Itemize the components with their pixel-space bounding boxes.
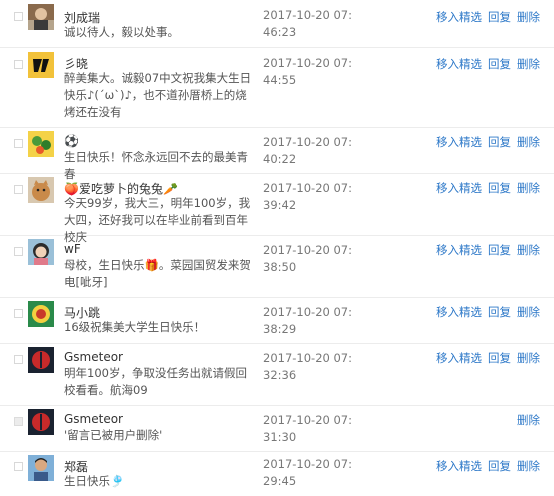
reply-button[interactable]: 回复 <box>488 10 511 24</box>
select-checkbox[interactable] <box>14 462 23 471</box>
comment-row: Gsmeteor 明年100岁，争取没任务出就请假回校看看。航海09 2017-… <box>0 344 554 406</box>
row-actions: 移入精选 回复 删除 <box>430 180 540 196</box>
reply-button[interactable]: 回复 <box>488 351 511 365</box>
comment-time: 2017-10-20 07:40:22 <box>263 135 352 166</box>
dark-avatar <box>28 409 54 435</box>
feature-button[interactable]: 移入精选 <box>436 10 482 24</box>
comment-time: 2017-10-20 07:38:29 <box>263 305 352 336</box>
girl-avatar <box>28 239 54 265</box>
row-actions: 移入精选 回复 删除 <box>430 304 540 320</box>
comment-row: Gsmeteor '留言已被用户删除' 2017-10-20 07:31:30 … <box>0 406 554 452</box>
comment-time: 2017-10-20 07:31:30 <box>263 413 352 444</box>
comment-row: ⚽ 生日快乐！怀念永远回不去的最美青春 2017-10-20 07:40:22 … <box>0 128 554 181</box>
comment-text: 16级祝集美大学生日快乐！ <box>64 320 206 334</box>
delete-button[interactable]: 删除 <box>517 10 540 24</box>
comment-time: 2017-10-20 07:44:55 <box>263 56 352 87</box>
comment-row: 马小跳 16级祝集美大学生日快乐！ 2017-10-20 07:38:29 移入… <box>0 298 554 344</box>
comment-text: 醉美集大。诚毅07中文祝我集大生日快乐♪(´ω`)♪，也不道孙厝桥上的烧烤还在没… <box>64 71 252 119</box>
select-checkbox[interactable] <box>14 247 23 256</box>
comment-row: 彡晓 醉美集大。诚毅07中文祝我集大生日快乐♪(´ω`)♪，也不道孙厝桥上的烧烤… <box>0 48 554 128</box>
row-actions: 移入精选 回复 删除 <box>430 134 540 150</box>
comment-time: 2017-10-20 07:32:36 <box>263 351 352 382</box>
logo-avatar <box>28 52 54 78</box>
delete-button[interactable]: 删除 <box>517 305 540 319</box>
delete-button[interactable]: 删除 <box>517 181 540 195</box>
select-checkbox[interactable] <box>14 355 23 364</box>
commenter-name[interactable]: Gsmeteor <box>64 350 123 364</box>
row-actions: 移入精选 回复 删除 <box>430 242 540 258</box>
commenter-name[interactable]: Gsmeteor <box>64 412 123 426</box>
comment-time: 2017-10-20 07:29:45 <box>263 457 352 488</box>
row-actions: 删除 <box>511 412 540 428</box>
select-checkbox <box>14 417 23 426</box>
reply-button[interactable]: 回复 <box>488 243 511 257</box>
feature-button[interactable]: 移入精选 <box>436 351 482 365</box>
reply-button[interactable]: 回复 <box>488 305 511 319</box>
feature-button[interactable]: 移入精选 <box>436 57 482 71</box>
row-actions: 移入精选 回复 删除 <box>430 9 540 25</box>
feature-button[interactable]: 移入精选 <box>436 135 482 149</box>
feature-button[interactable]: 移入精选 <box>436 181 482 195</box>
man-avatar <box>28 455 54 481</box>
comment-time: 2017-10-20 07:38:50 <box>263 243 352 274</box>
select-checkbox[interactable] <box>14 185 23 194</box>
comment-text: 明年100岁，争取没任务出就请假回校看看。航海09 <box>64 366 247 397</box>
delete-button[interactable]: 删除 <box>517 351 540 365</box>
comment-text: 母校，生日快乐🎁。菜园国贸发来贺电[呲牙] <box>64 258 251 289</box>
comment-row: 刘成瑞 诚以待人，毅以处事。 2017-10-20 07:46:23 移入精选回… <box>0 0 554 48</box>
reply-button[interactable]: 回复 <box>488 135 511 149</box>
commenter-name[interactable]: wF <box>64 242 81 256</box>
dark-avatar <box>28 347 54 373</box>
comment-time: 2017-10-20 07:39:42 <box>263 181 352 212</box>
comment-list: 刘成瑞 诚以待人，毅以处事。 2017-10-20 07:46:23 移入精选回… <box>0 0 554 496</box>
select-checkbox[interactable] <box>14 139 23 148</box>
delete-button[interactable]: 删除 <box>517 413 540 427</box>
delete-button[interactable]: 删除 <box>517 243 540 257</box>
delete-button[interactable]: 删除 <box>517 459 540 473</box>
comment-text: 生日快乐🎐 <box>64 474 125 488</box>
comment-row: 🍑爱吃萝卜的兔兔🥕 今天99岁，我大三，明年100岁，我大四，还好我可以在毕业前… <box>0 174 554 244</box>
feature-button[interactable]: 移入精选 <box>436 459 482 473</box>
row-actions: 移入精选 回复 删除 <box>430 350 540 366</box>
comment-row: 郑磊 生日快乐🎐 2017-10-20 07:29:45 移入精选 回复 删除 <box>0 452 554 496</box>
delete-button[interactable]: 删除 <box>517 135 540 149</box>
commenter-name[interactable]: ⚽ <box>64 134 79 148</box>
person-avatar <box>28 4 54 30</box>
cat-avatar <box>28 177 54 203</box>
select-checkbox[interactable] <box>14 12 23 21</box>
reply-button[interactable]: 回复 <box>488 181 511 195</box>
cartoon-avatar <box>28 131 54 157</box>
comment-row: wF 母校，生日快乐🎁。菜园国贸发来贺电[呲牙] 2017-10-20 07:3… <box>0 236 554 298</box>
emblem-avatar <box>28 301 54 327</box>
feature-button[interactable]: 移入精选 <box>436 305 482 319</box>
feature-button[interactable]: 移入精选 <box>436 243 482 257</box>
comment-text: 诚以待人，毅以处事。 <box>64 25 179 39</box>
row-actions: 移入精选 回复 删除 <box>430 458 540 474</box>
row-actions: 移入精选 回复 删除 <box>430 56 540 72</box>
comment-text: '留言已被用户删除' <box>64 428 163 442</box>
select-checkbox[interactable] <box>14 60 23 69</box>
delete-button[interactable]: 删除 <box>517 57 540 71</box>
reply-button[interactable]: 回复 <box>488 57 511 71</box>
reply-button[interactable]: 回复 <box>488 459 511 473</box>
select-checkbox[interactable] <box>14 309 23 318</box>
comment-time: 2017-10-20 07:46:23 <box>263 8 352 39</box>
